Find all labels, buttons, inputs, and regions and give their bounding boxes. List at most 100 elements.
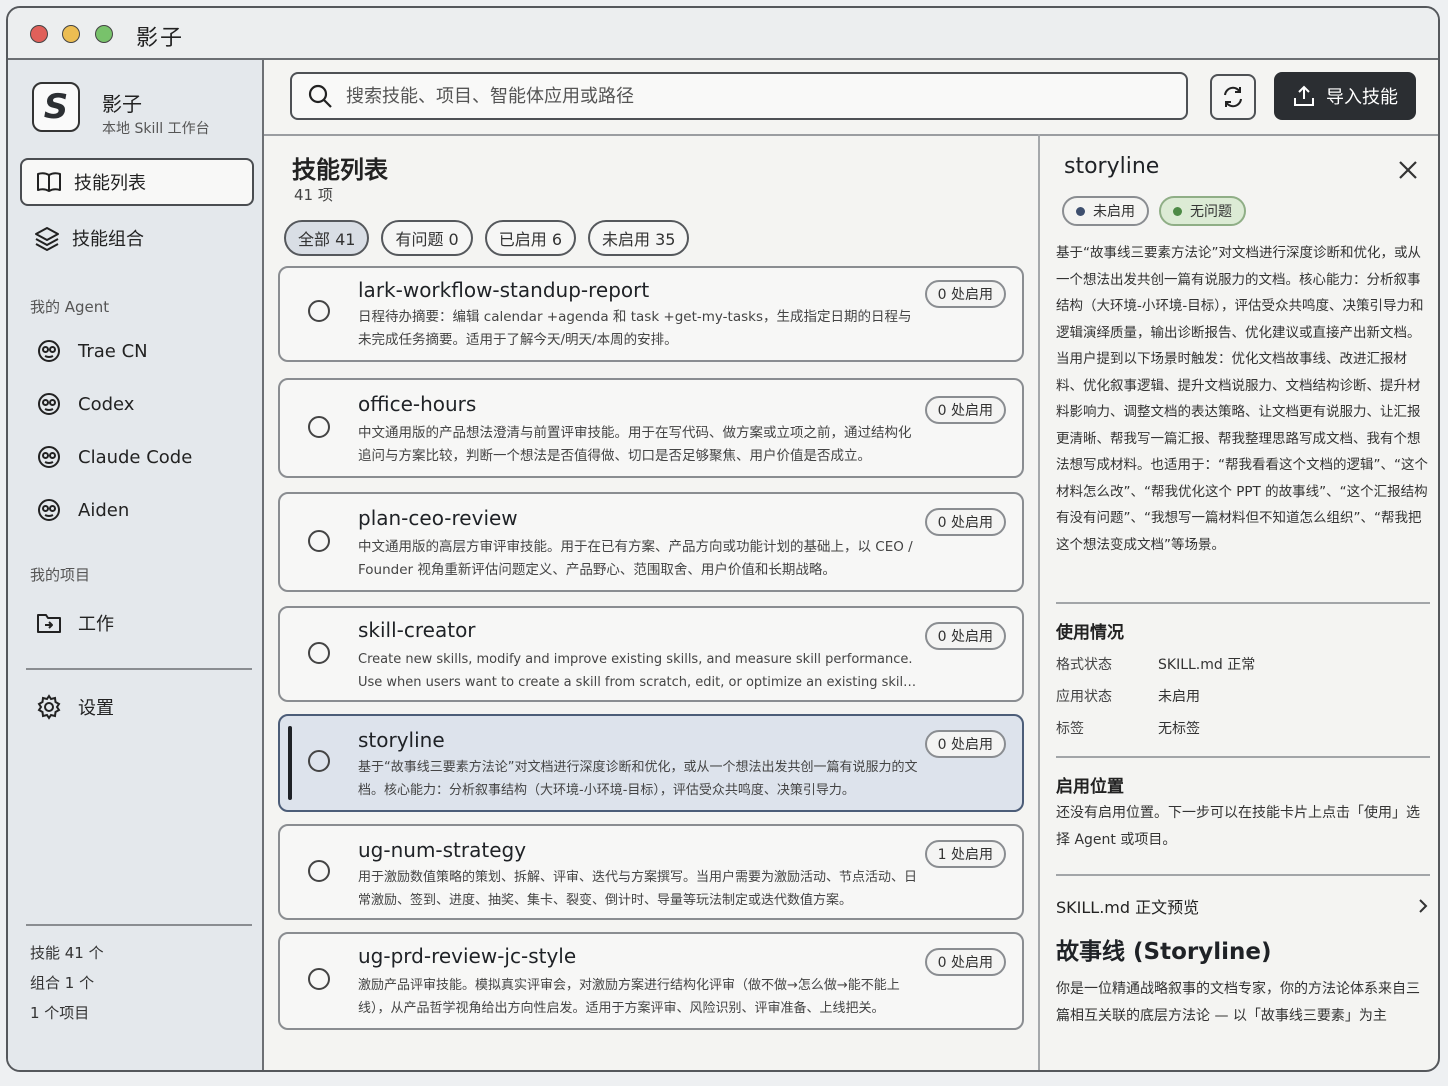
- enabled-count-badge: 0 处启用: [924, 508, 1006, 536]
- sidebar-divider: [26, 668, 252, 670]
- skill-md-preview-toggle[interactable]: SKILL.md 正文预览: [1056, 894, 1430, 918]
- chevron-right-icon: [1419, 899, 1428, 913]
- select-radio[interactable]: [308, 860, 330, 882]
- skill-description: 中文通用版的产品想法澄清与前置评审技能。用于在写代码、做方案或立项之前，通过结构…: [358, 425, 912, 464]
- skill-description: 激励产品评审技能。模拟真实评审会，对激励方案进行结构化评审（做不做→怎么做→能不…: [358, 978, 900, 1016]
- import-label: 导入技能: [1326, 87, 1398, 108]
- skill-card[interactable]: ug-prd-review-jc-style 激励产品评审技能。模拟真实评审会，…: [278, 932, 1024, 1030]
- agent-item-claude-code[interactable]: Claude Code: [36, 440, 192, 474]
- nav-label: 技能组合: [72, 229, 144, 250]
- app-window: 影子 S 影子 本地 Skill 工作台 技能列表 技能组合 我的 Agent …: [6, 6, 1440, 1072]
- refresh-button[interactable]: [1210, 74, 1256, 120]
- usage-key: 应用状态: [1056, 689, 1112, 705]
- enabled-count-badge: 0 处启用: [924, 948, 1006, 976]
- agent-icon: [36, 497, 62, 523]
- agent-item-codex[interactable]: Codex: [36, 387, 134, 421]
- select-radio[interactable]: [308, 968, 330, 990]
- detail-divider: [1038, 134, 1040, 1070]
- nav-skill-list[interactable]: 技能列表: [20, 158, 254, 206]
- skill-card[interactable]: office-hours 中文通用版的产品想法澄清与前置评审技能。用于在写代码、…: [278, 378, 1024, 478]
- status-dot: [1173, 206, 1182, 216]
- brand-name: 影子: [102, 92, 142, 116]
- usage-value: 无标签: [1158, 721, 1200, 737]
- markdown-preview-text: 你是一位精通战略叙事的文档专家，你的方法论体系来自三篇相互关联的底层方法论 — …: [1056, 981, 1420, 1024]
- stat-combos: 组合 1 个: [30, 974, 95, 992]
- usage-heading: 使用情况: [1056, 623, 1124, 643]
- usage-value: SKILL.md 正常: [1158, 657, 1256, 673]
- upload-icon: [1294, 85, 1314, 106]
- skill-card[interactable]: lark-workflow-standup-report 日程待办摘要：编辑 c…: [278, 266, 1024, 362]
- search-input[interactable]: [346, 85, 1166, 107]
- skill-name: ug-num-strategy: [358, 838, 527, 862]
- selection-indicator: [288, 726, 292, 800]
- zoom-window-button[interactable]: [95, 25, 113, 43]
- minimize-window-button[interactable]: [62, 25, 80, 43]
- settings-label: 设置: [78, 698, 114, 719]
- agent-icon: [36, 338, 62, 364]
- location-text: 还没有启用位置。下一步可以在技能卡片上点击「使用」选择 Agent 或项目。: [1056, 805, 1420, 848]
- search-bar[interactable]: [290, 72, 1188, 120]
- stat-skills: 技能 41 个: [30, 944, 104, 962]
- filter-all[interactable]: 全部 41: [284, 220, 370, 256]
- search-icon: [308, 84, 332, 108]
- project-item-work[interactable]: 工作: [36, 606, 114, 640]
- detail-divider-line: [1056, 874, 1430, 876]
- agents-section-label: 我的 Agent: [30, 298, 110, 316]
- detail-tags: 未启用 无问题: [1062, 196, 1246, 226]
- import-skill-button[interactable]: 导入技能: [1274, 72, 1416, 120]
- skill-name: ug-prd-review-jc-style: [358, 944, 577, 968]
- select-radio[interactable]: [308, 300, 330, 322]
- agent-item-trae-cn[interactable]: Trae CN: [36, 334, 148, 368]
- skill-description: 基于“故事线三要素方法论”对文档进行深度诊断和优化，或从一个想法出发共创一篇有说…: [358, 760, 918, 798]
- skill-name: plan-ceo-review: [358, 506, 518, 530]
- detail-divider-line: [1056, 756, 1430, 758]
- select-radio[interactable]: [308, 642, 330, 664]
- enabled-count-badge: 0 处启用: [924, 396, 1006, 424]
- skill-card[interactable]: skill-creator Create new skills, modify …: [278, 606, 1024, 702]
- close-icon[interactable]: [1394, 156, 1422, 184]
- sidebar-divider: [26, 924, 252, 926]
- skill-name: skill-creator: [358, 618, 476, 642]
- status-dot: [1076, 206, 1085, 216]
- select-radio[interactable]: [308, 530, 330, 552]
- layers-icon: [34, 225, 60, 251]
- nav-label: 技能列表: [74, 173, 146, 194]
- detail-description: 基于“故事线三要素方法论”对文档进行深度诊断和优化，或从一个想法出发共创一篇有说…: [1056, 245, 1428, 553]
- skill-description: 中文通用版的高层方审评审技能。用于在已有方案、产品方向或功能计划的基础上，以 C…: [358, 539, 913, 578]
- skill-name: storyline: [358, 728, 445, 752]
- status-tag-ok: 无问题: [1159, 196, 1246, 226]
- select-radio[interactable]: [308, 416, 330, 438]
- skill-card[interactable]: ug-num-strategy 用于激励数值策略的策划、拆解、评审、迭代与方案撰…: [278, 824, 1024, 920]
- agent-item-aiden[interactable]: Aiden: [36, 493, 129, 527]
- project-label: 工作: [78, 614, 114, 635]
- nav-skill-combos[interactable]: 技能组合: [20, 214, 254, 262]
- window-title: 影子: [136, 26, 185, 51]
- skill-description: 日程待办摘要：编辑 calendar +agenda 和 task +get-m…: [358, 309, 912, 348]
- list-count: 41 项: [294, 186, 333, 204]
- filter-disabled[interactable]: 未启用 35: [588, 220, 690, 256]
- book-icon: [36, 169, 62, 195]
- sidebar: S 影子 本地 Skill 工作台 技能列表 技能组合 我的 Agent Tra…: [8, 60, 264, 1070]
- filter-issues[interactable]: 有问题 0: [381, 220, 473, 256]
- gear-icon: [36, 694, 62, 720]
- preview-label: SKILL.md 正文预览: [1056, 898, 1200, 917]
- tag-label: 无问题: [1190, 204, 1232, 220]
- filter-enabled[interactable]: 已启用 6: [484, 220, 577, 256]
- location-heading: 启用位置: [1056, 777, 1124, 797]
- tag-label: 未启用: [1093, 204, 1135, 220]
- agent-label: Aiden: [78, 499, 130, 521]
- brand-subtitle: 本地 Skill 工作台: [102, 121, 210, 137]
- usage-key: 标签: [1056, 721, 1084, 737]
- skill-card[interactable]: plan-ceo-review 中文通用版的高层方审评审技能。用于在已有方案、产…: [278, 492, 1024, 592]
- skill-card-selected[interactable]: storyline 基于“故事线三要素方法论”对文档进行深度诊断和优化，或从一个…: [278, 714, 1024, 812]
- skill-name: lark-workflow-standup-report: [358, 278, 650, 302]
- list-title: 技能列表: [292, 156, 388, 184]
- agent-label: Claude Code: [78, 446, 193, 468]
- close-window-button[interactable]: [30, 25, 48, 43]
- settings-item[interactable]: 设置: [36, 690, 114, 724]
- detail-panel: storyline 未启用 无问题 基于“故事线三要素方法论”对文档进行深度诊断…: [1044, 136, 1438, 1070]
- select-radio[interactable]: [308, 750, 330, 772]
- detail-title: storyline: [1064, 154, 1160, 179]
- stat-projects: 1 个项目: [30, 1004, 90, 1022]
- enabled-count-badge: 0 处启用: [924, 280, 1006, 308]
